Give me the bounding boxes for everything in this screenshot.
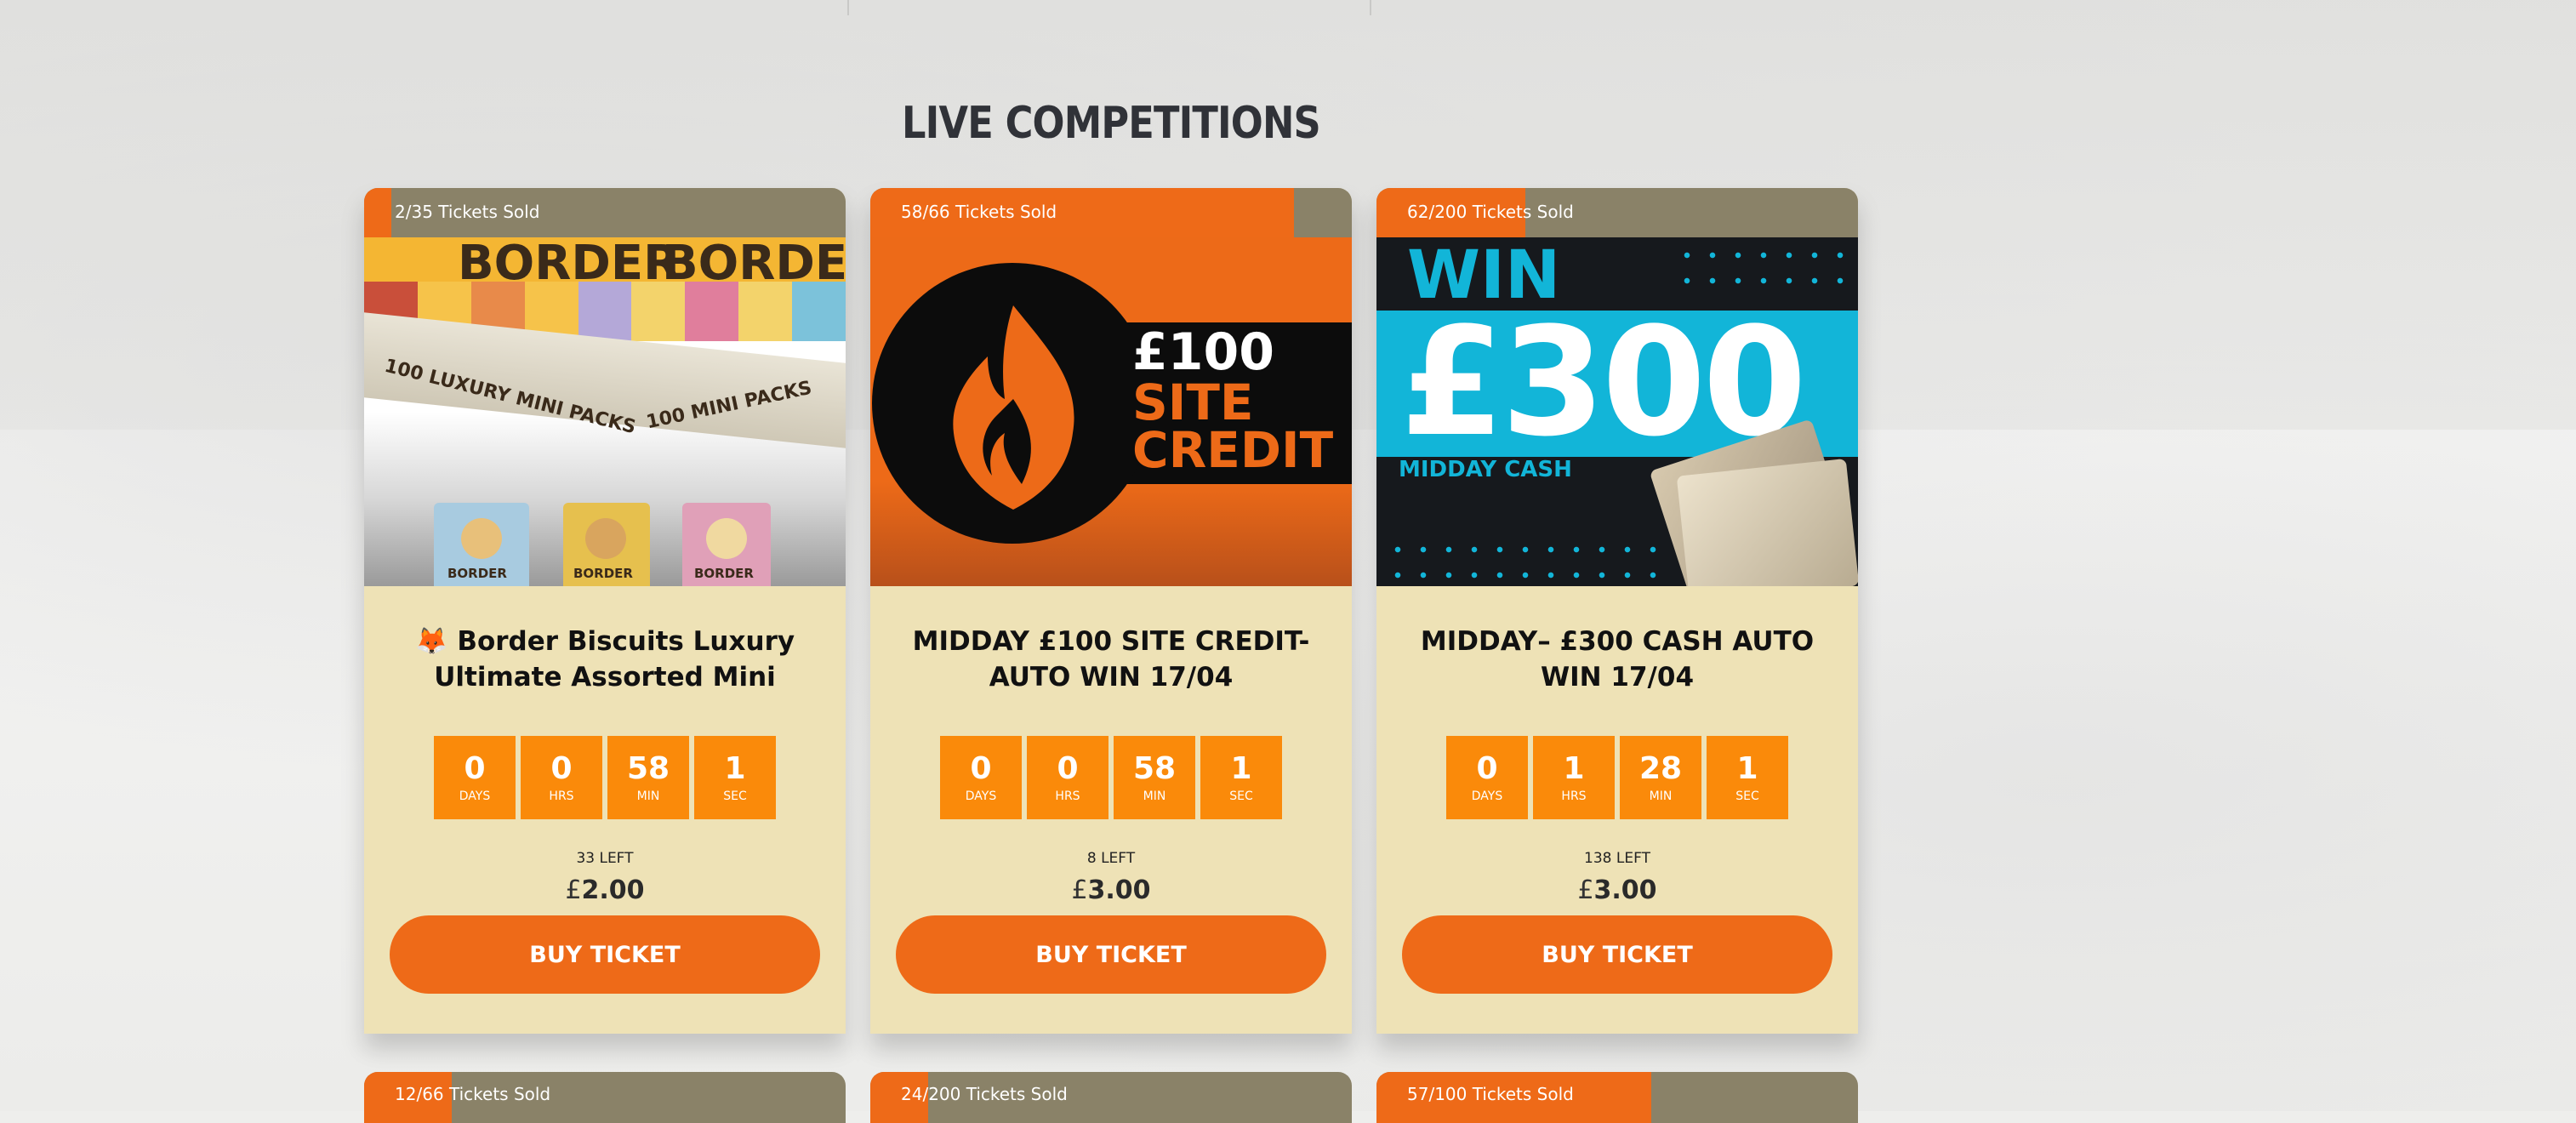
section-divider bbox=[1370, 0, 1371, 15]
biscuit-icon bbox=[706, 518, 747, 559]
prize-image[interactable]: WIN £300 MIDDAY CASH bbox=[1376, 237, 1858, 586]
tickets-sold-text: 58/66 Tickets Sold bbox=[901, 202, 1057, 222]
currency-symbol: £ bbox=[1071, 875, 1088, 905]
countdown-label: HRS bbox=[1055, 790, 1080, 803]
countdown-label: MIN bbox=[636, 790, 660, 803]
packet-label: BORDER bbox=[694, 566, 754, 581]
tickets-progress-bar: 2/35 Tickets Sold bbox=[364, 188, 846, 237]
tickets-progress-bar: 58/66 Tickets Sold bbox=[870, 188, 1352, 237]
dot-pattern bbox=[1385, 537, 1657, 581]
tickets-sold-text: 62/200 Tickets Sold bbox=[1407, 202, 1574, 222]
credit-text-line: CREDIT bbox=[1132, 421, 1334, 479]
tickets-sold-text: 12/66 Tickets Sold bbox=[395, 1084, 551, 1104]
competition-card-partial[interactable]: 24/200 Tickets Sold bbox=[870, 1072, 1352, 1123]
countdown-minutes: 28 MIN bbox=[1620, 736, 1701, 819]
tickets-left-text: 8 LEFT bbox=[1086, 850, 1136, 867]
competition-card[interactable]: 58/66 Tickets Sold £100 SITE CREDIT MIDD… bbox=[870, 188, 1352, 1034]
countdown-timer: 0 DAYS 0 HRS 58 MIN 1 SEC bbox=[870, 736, 1352, 819]
countdown-label: DAYS bbox=[1471, 790, 1503, 803]
countdown-label: HRS bbox=[549, 790, 574, 803]
progress-fill bbox=[364, 188, 392, 237]
tickets-sold-text: 24/200 Tickets Sold bbox=[901, 1084, 1068, 1104]
competition-card[interactable]: 62/200 Tickets Sold WIN £300 MIDDAY CASH… bbox=[1376, 188, 1858, 1034]
price-amount: 3.00 bbox=[1087, 875, 1151, 905]
countdown-hours: 1 HRS bbox=[1533, 736, 1615, 819]
countdown-days: 0 DAYS bbox=[940, 736, 1022, 819]
competition-card-partial[interactable]: 57/100 Tickets Sold bbox=[1376, 1072, 1858, 1123]
buy-ticket-button[interactable]: BUY TICKET bbox=[390, 915, 820, 994]
countdown-value: 0 bbox=[550, 751, 573, 786]
currency-symbol: £ bbox=[1577, 875, 1594, 905]
countdown-days: 0 DAYS bbox=[1446, 736, 1528, 819]
tickets-sold-text: 57/100 Tickets Sold bbox=[1407, 1084, 1574, 1104]
tickets-left-text: 138 LEFT bbox=[1584, 850, 1650, 867]
countdown-days: 0 DAYS bbox=[434, 736, 516, 819]
countdown-timer: 0 DAYS 1 HRS 28 MIN 1 SEC bbox=[1376, 736, 1858, 819]
price-amount: 2.00 bbox=[581, 875, 645, 905]
countdown-label: SEC bbox=[1735, 790, 1759, 803]
countdown-seconds: 1 SEC bbox=[694, 736, 776, 819]
countdown-value: 1 bbox=[1230, 751, 1252, 786]
countdown-hours: 0 HRS bbox=[521, 736, 602, 819]
prize-image[interactable]: £100 SITE CREDIT bbox=[870, 237, 1352, 586]
countdown-value: 28 bbox=[1638, 751, 1683, 786]
countdown-label: DAYS bbox=[965, 790, 997, 803]
dot-pattern bbox=[1674, 242, 1853, 294]
competition-title[interactable]: MIDDAY– £300 CASH AUTO WIN 17/04 bbox=[1400, 624, 1834, 695]
countdown-value: 58 bbox=[1132, 751, 1177, 786]
tickets-left-text: 33 LEFT bbox=[576, 850, 634, 867]
biscuit-icon bbox=[461, 518, 502, 559]
countdown-value: 1 bbox=[1563, 751, 1585, 786]
countdown-label: SEC bbox=[723, 790, 747, 803]
ticket-price: £3.00 bbox=[870, 875, 1352, 905]
countdown-hours: 0 HRS bbox=[1027, 736, 1108, 819]
competition-title[interactable]: MIDDAY £100 SITE CREDIT- AUTO WIN 17/04 bbox=[894, 624, 1328, 695]
countdown-value: 58 bbox=[626, 751, 670, 786]
buy-ticket-button[interactable]: BUY TICKET bbox=[1402, 915, 1832, 994]
competition-card-partial[interactable]: 12/66 Tickets Sold bbox=[364, 1072, 846, 1123]
countdown-seconds: 1 SEC bbox=[1200, 736, 1282, 819]
flame-logo-icon bbox=[953, 305, 1074, 510]
packet-label: BORDER bbox=[447, 566, 507, 581]
countdown-label: SEC bbox=[1229, 790, 1253, 803]
countdown-label: HRS bbox=[1561, 790, 1587, 803]
countdown-timer: 0 DAYS 0 HRS 58 MIN 1 SEC bbox=[364, 736, 846, 819]
competition-title[interactable]: 🦊 Border Biscuits Luxury Ultimate Assort… bbox=[388, 624, 822, 695]
competition-card[interactable]: 2/35 Tickets Sold BORDER BORDER 100 LUXU… bbox=[364, 188, 846, 1034]
biscuit-icon bbox=[585, 518, 626, 559]
ticket-price: £3.00 bbox=[1376, 875, 1858, 905]
countdown-value: 1 bbox=[1736, 751, 1758, 786]
countdown-value: 1 bbox=[724, 751, 746, 786]
countdown-label: MIN bbox=[1143, 790, 1166, 803]
countdown-value: 0 bbox=[464, 751, 486, 786]
buy-ticket-button[interactable]: BUY TICKET bbox=[896, 915, 1326, 994]
section-header: LIVE COMPETITIONS bbox=[859, 95, 1363, 151]
countdown-minutes: 58 MIN bbox=[1114, 736, 1195, 819]
price-amount: 3.00 bbox=[1593, 875, 1657, 905]
countdown-value: 0 bbox=[970, 751, 992, 786]
tickets-sold-text: 2/35 Tickets Sold bbox=[395, 202, 540, 222]
ticket-price: £2.00 bbox=[364, 875, 846, 905]
banknotes-image bbox=[1676, 458, 1858, 586]
section-divider bbox=[847, 0, 849, 15]
countdown-minutes: 58 MIN bbox=[607, 736, 689, 819]
countdown-seconds: 1 SEC bbox=[1707, 736, 1788, 819]
tickets-progress-bar: 62/200 Tickets Sold bbox=[1376, 188, 1858, 237]
midday-cash-text: MIDDAY CASH bbox=[1399, 457, 1572, 482]
cash-amount-text: £300 bbox=[1400, 295, 1807, 470]
countdown-label: MIN bbox=[1649, 790, 1673, 803]
section-title: LIVE COMPETITIONS bbox=[902, 98, 1321, 149]
countdown-value: 0 bbox=[1057, 751, 1079, 786]
countdown-label: DAYS bbox=[459, 790, 491, 803]
packet-label: BORDER bbox=[573, 566, 633, 581]
countdown-value: 0 bbox=[1476, 751, 1498, 786]
currency-symbol: £ bbox=[565, 875, 582, 905]
prize-image[interactable]: BORDER BORDER 100 LUXURY MINI PACKS 100 … bbox=[364, 237, 846, 586]
